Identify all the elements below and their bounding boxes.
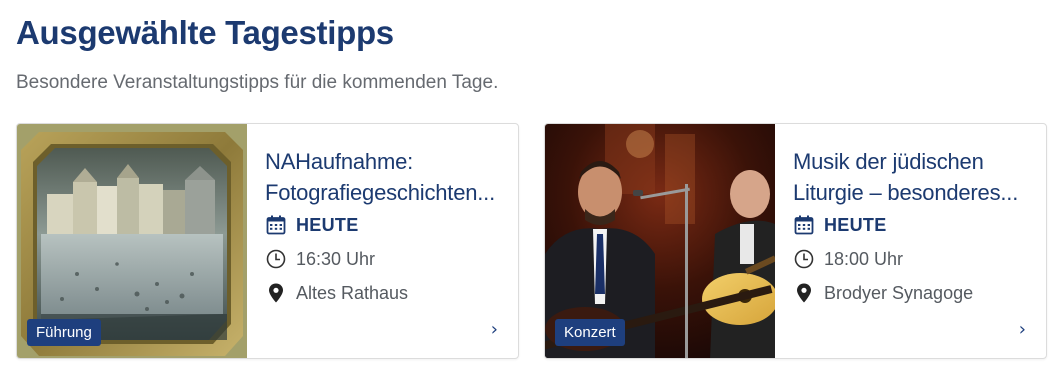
event-image[interactable]: Führung bbox=[17, 124, 247, 358]
event-location-label: Altes Rathaus bbox=[296, 282, 409, 303]
event-title[interactable]: NAHaufnahme: Fotografiegeschichten... bbox=[265, 146, 500, 208]
event-details: Musik der jüdischen Liturgie – besondere… bbox=[775, 124, 1046, 358]
location-pin-icon bbox=[265, 282, 287, 304]
event-date: HEUTE bbox=[793, 213, 1028, 237]
category-badge[interactable]: Konzert bbox=[555, 319, 625, 346]
event-location: Brodyer Synagoge bbox=[793, 281, 1028, 305]
clock-icon bbox=[793, 248, 815, 270]
event-image[interactable]: Konzert bbox=[545, 124, 775, 358]
event-card[interactable]: Konzert Musik der jüdischen Liturgie – b… bbox=[544, 123, 1047, 359]
event-details: NAHaufnahme: Fotografiegeschichten... HE… bbox=[247, 124, 518, 358]
event-time: 18:00 Uhr bbox=[793, 247, 1028, 271]
section-title: Ausgewählte Tagestipps bbox=[16, 14, 394, 51]
event-time-label: 16:30 Uhr bbox=[296, 248, 376, 269]
event-time: 16:30 Uhr bbox=[265, 247, 500, 271]
section-subtitle: Besondere Veranstaltungstipps für die ko… bbox=[16, 72, 499, 93]
event-date: HEUTE bbox=[265, 213, 500, 237]
chevron-right-icon[interactable]: › bbox=[1019, 319, 1026, 340]
event-date-label: HEUTE bbox=[824, 214, 887, 235]
event-location-label: Brodyer Synagoge bbox=[824, 282, 974, 303]
event-title[interactable]: Musik der jüdischen Liturgie – besondere… bbox=[793, 146, 1028, 208]
clock-icon bbox=[265, 248, 287, 270]
chevron-right-icon[interactable]: › bbox=[491, 319, 498, 340]
location-pin-icon bbox=[793, 282, 815, 304]
calendar-icon bbox=[265, 214, 287, 236]
event-card[interactable]: Führung NAHaufnahme: Fotografiegeschicht… bbox=[16, 123, 519, 359]
event-location: Altes Rathaus bbox=[265, 281, 500, 305]
event-date-label: HEUTE bbox=[296, 214, 359, 235]
calendar-icon bbox=[793, 214, 815, 236]
category-badge[interactable]: Führung bbox=[27, 319, 101, 346]
event-time-label: 18:00 Uhr bbox=[824, 248, 904, 269]
